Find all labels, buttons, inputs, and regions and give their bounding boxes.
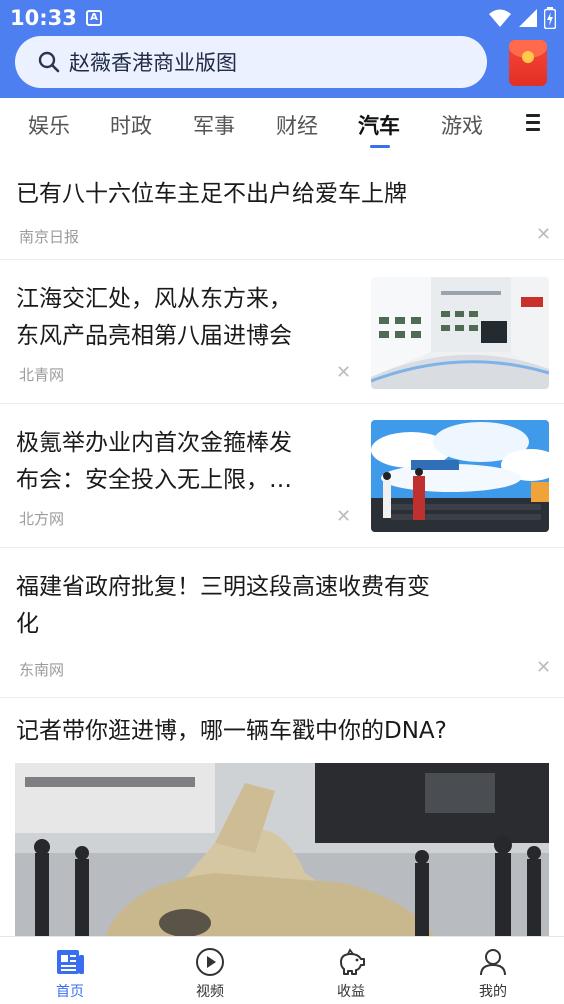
nav-video-label: 视频 [196, 984, 224, 1000]
close-icon[interactable]: ✕ [336, 362, 351, 383]
news-icon [57, 950, 84, 974]
exhibition-booth-image [371, 277, 549, 389]
news-item[interactable]: 已有八十六位车主足不出户给爱车上牌 南京日报 ✕ [0, 154, 564, 260]
nav-earnings-label: 收益 [337, 984, 365, 1000]
search-query: 赵薇香港商业版图 [69, 51, 237, 75]
search-bar[interactable]: 赵薇香港商业版图 [15, 36, 487, 88]
nav-home[interactable]: 首页 [30, 937, 110, 1004]
nav-profile[interactable]: 我的 [453, 937, 533, 1004]
nav-home-label: 首页 [56, 984, 84, 1000]
news-item[interactable]: 记者带你逛进博，哪一辆车戳中你的DNA? [0, 699, 564, 936]
news-source: 北方网 [19, 510, 65, 528]
tab-politics[interactable]: 时政 [110, 110, 152, 140]
active-tab-indicator [370, 145, 390, 148]
news-title: 江海交汇处，风从东方来， 东风产品亮相第八届进博会 [16, 286, 292, 349]
nav-video[interactable]: 视频 [170, 937, 250, 1004]
news-item[interactable]: 极氪举办业内首次金箍棒发 布会：安全投入无上限，… 北方网 ✕ [0, 405, 564, 548]
notification-icon: A [86, 10, 102, 26]
status-icons [488, 7, 556, 29]
news-title: 记者带你逛进博，哪一辆车戳中你的DNA? [16, 718, 447, 744]
news-title: 福建省政府批复！三明这段高速收费有变 化 [16, 574, 430, 637]
nav-profile-label: 我的 [479, 984, 507, 1000]
news-item[interactable]: 福建省政府批复！三明这段高速收费有变 化 东南网 ✕ [0, 549, 564, 698]
piggy-bank-icon [340, 948, 365, 975]
close-icon[interactable]: ✕ [336, 506, 351, 527]
bottom-nav: 首页 视频 收益 我的 [0, 936, 564, 1004]
play-icon [196, 948, 224, 976]
menu-icon[interactable] [526, 114, 540, 135]
news-item[interactable]: 江海交汇处，风从东方来， 东风产品亮相第八届进博会 北青网 ✕ [0, 261, 564, 404]
news-feed: 已有八十六位车主足不出户给爱车上牌 南京日报 ✕ 江海交汇处，风从东方来， 东风… [0, 154, 564, 936]
close-icon[interactable]: ✕ [536, 657, 551, 678]
wifi-icon [489, 9, 511, 27]
tab-games[interactable]: 游戏 [441, 110, 483, 140]
red-packet-icon[interactable] [509, 40, 547, 86]
tab-military[interactable]: 军事 [193, 110, 235, 140]
search-icon [38, 51, 60, 73]
signal-icon [519, 9, 537, 27]
news-source: 东南网 [19, 661, 65, 679]
news-source: 南京日报 [19, 228, 80, 246]
launch-stage-image [371, 420, 549, 532]
tab-entertainment[interactable]: 娱乐 [28, 110, 70, 140]
category-tabs: 娱乐 时政 军事 财经 汽车 游戏 [0, 98, 564, 154]
status-time: 10:33 [10, 6, 77, 30]
top-header: 10:33 A 赵薇香港商业版图 [0, 0, 564, 98]
close-icon[interactable]: ✕ [536, 224, 551, 245]
user-icon [480, 949, 506, 976]
news-title: 极氪举办业内首次金箍棒发 布会：安全投入无上限，… [16, 430, 292, 493]
tab-finance[interactable]: 财经 [276, 110, 318, 140]
battery-icon [544, 7, 556, 29]
nav-earnings[interactable]: 收益 [311, 937, 391, 1004]
status-bar: 10:33 A [0, 0, 564, 36]
news-title: 已有八十六位车主足不出户给爱车上牌 [16, 181, 407, 207]
tab-auto[interactable]: 汽车 [358, 110, 400, 140]
concept-car-photo [15, 763, 549, 936]
news-source: 北青网 [19, 366, 65, 384]
